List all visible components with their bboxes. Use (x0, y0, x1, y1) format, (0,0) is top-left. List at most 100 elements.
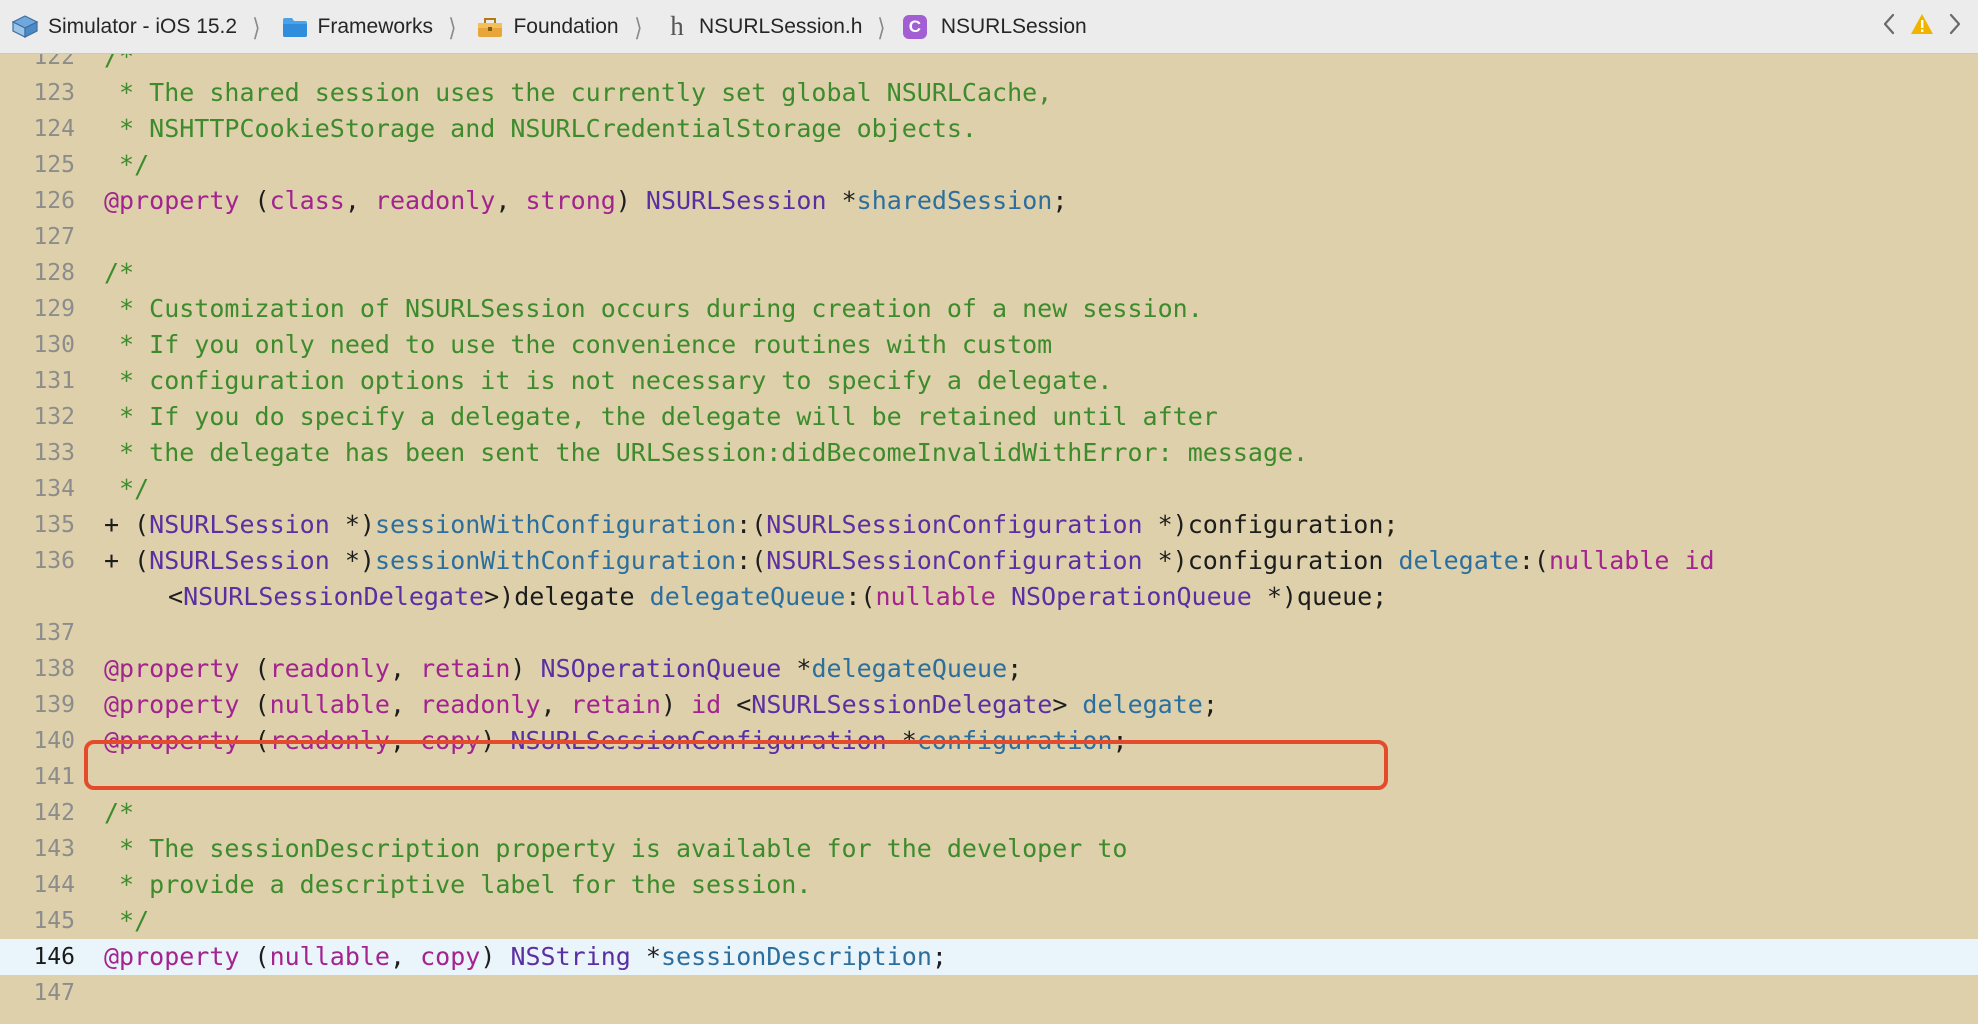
code-token: * NSHTTPCookieStorage and NSURLCredentia… (104, 114, 977, 143)
code-token: * If you do specify a delegate, the dele… (104, 402, 1218, 431)
code-text: + (NSURLSession *)sessionWithConfigurati… (104, 543, 1715, 615)
code-token: */ (104, 150, 150, 179)
xcode-project-icon (8, 12, 42, 42)
code-text-main: @property (class, readonly, strong) NSUR… (104, 186, 1067, 215)
code-text: */ (104, 471, 149, 507)
breadcrumb-label: Frameworks (317, 14, 434, 38)
code-token: @property (104, 186, 240, 215)
code-line[interactable]: 124 * NSHTTPCookieStorage and NSURLCrede… (0, 111, 1978, 147)
breadcrumb-label: Simulator - iOS 15.2 (48, 14, 238, 38)
breadcrumb-label: Foundation (513, 14, 619, 38)
code-line[interactable]: 133 * the delegate has been sent the URL… (0, 435, 1978, 471)
code-line[interactable]: 132 * If you do specify a delegate, the … (0, 399, 1978, 435)
code-line[interactable]: 128 /* (0, 255, 1978, 291)
code-token: NSURLSessionDelegate (751, 690, 1053, 719)
code-token: id (691, 690, 722, 719)
chevron-left-icon[interactable] (1882, 12, 1896, 42)
code-line[interactable]: 125 */ (0, 147, 1978, 183)
line-number: 124 (33, 116, 75, 142)
line-number: 131 (33, 368, 75, 394)
code-text: @property (readonly, copy) NSURLSessionC… (104, 723, 1128, 759)
code-token: ) (660, 690, 692, 719)
header-file-icon: h (670, 11, 684, 41)
line-number: 132 (33, 404, 75, 430)
code-token: * The shared session uses the currently … (104, 78, 1053, 107)
breadcrumb-item-header-file[interactable]: h NSURLSession.h (659, 11, 862, 42)
code-token: ; (1052, 186, 1068, 215)
code-token: *)configuration; (1142, 510, 1399, 539)
code-text-main: + (NSURLSession *)sessionWithConfigurati… (104, 510, 1398, 539)
code-line[interactable]: 142 /* (0, 795, 1978, 831)
code-text: @property (nullable, copy) NSString *ses… (104, 939, 947, 975)
code-token: , (390, 654, 421, 683)
code-line[interactable]: 123 * The shared session uses the curren… (0, 75, 1978, 111)
breadcrumb-item-class[interactable]: C NSURLSession (902, 14, 1087, 39)
code-text-main: */ (104, 906, 149, 935)
code-token: * The sessionDescription property is ava… (104, 834, 1128, 863)
line-number: 129 (33, 296, 75, 322)
code-token: * provide a descriptive label for the se… (104, 870, 812, 899)
code-token: copy (420, 942, 481, 971)
breadcrumb-label: NSURLSession (940, 14, 1087, 38)
code-line[interactable]: 136 + (NSURLSession *)sessionWithConfigur… (0, 543, 1978, 615)
code-line[interactable]: 141 (0, 759, 1978, 795)
code-line[interactable]: 126 @property (class, readonly, strong) N… (0, 183, 1978, 219)
line-number: 140 (33, 728, 75, 754)
code-line[interactable]: 147 (0, 975, 1978, 1011)
line-number: 122 (33, 54, 75, 70)
code-token: ) (510, 654, 541, 683)
source-editor[interactable]: 122 /* 123 * The shared session uses the c… (0, 54, 1978, 1024)
warning-icon[interactable] (1910, 13, 1934, 41)
code-token: , (495, 186, 526, 215)
code-text: /* (104, 54, 134, 75)
code-token: NSURLSession (645, 186, 827, 215)
code-text: * The shared session uses the currently … (104, 75, 1052, 111)
code-token: :( (736, 546, 767, 575)
breadcrumb-item-scheme[interactable]: Simulator - iOS 15.2 (8, 12, 237, 42)
code-token: delegate (1398, 546, 1519, 575)
code-token: sessionDescription (660, 942, 932, 971)
code-token: :( (1518, 546, 1549, 575)
code-line[interactable]: 122 /* (0, 54, 1978, 75)
code-text-main: */ (104, 150, 149, 179)
code-line[interactable]: 143 * The sessionDescription property is… (0, 831, 1978, 867)
code-line[interactable]: 127 (0, 219, 1978, 255)
code-token: /* (104, 54, 135, 71)
code-line[interactable]: 131 * configuration options it is not ne… (0, 363, 1978, 399)
code-token: readonly (269, 654, 390, 683)
breadcrumb-item-foundation[interactable]: Foundation (473, 12, 619, 42)
code-text-main: @property (nullable, copy) NSString *ses… (104, 942, 947, 971)
breadcrumb-item-frameworks[interactable]: Frameworks (278, 12, 434, 42)
code-token: @property (104, 726, 240, 755)
code-line[interactable]: 137 (0, 615, 1978, 651)
code-token: ( (239, 186, 270, 215)
code-token: NSString (510, 942, 631, 971)
code-text: @property (nullable, readonly, retain) i… (104, 687, 1218, 723)
code-line[interactable]: 144 * provide a descriptive label for th… (0, 867, 1978, 903)
code-line[interactable]: 140 @property (readonly, copy) NSURLSessi… (0, 723, 1978, 759)
code-line[interactable]: 135 + (NSURLSession *)sessionWithConfigur… (0, 507, 1978, 543)
code-line[interactable]: 134 */ (0, 471, 1978, 507)
code-token: NSURLSession (149, 510, 330, 539)
line-number: 133 (33, 440, 75, 466)
code-token: nullable (1548, 546, 1670, 575)
chevron-right-icon[interactable] (1948, 12, 1962, 42)
framework-toolbox-icon (473, 12, 507, 42)
code-text: */ (104, 903, 149, 939)
code-token: * (886, 726, 917, 755)
code-line[interactable]: 145 */ (0, 903, 1978, 939)
code-line[interactable]: 138 @property (readonly, retain) NSOperat… (0, 651, 1978, 687)
code-token: > (1052, 690, 1083, 719)
code-token: * Customization of NSURLSession occurs d… (104, 294, 1203, 323)
code-token: * If you only need to use the convenienc… (104, 330, 1053, 359)
code-line[interactable]: 139 @property (nullable, readonly, retain… (0, 687, 1978, 723)
code-token: nullable (875, 582, 996, 611)
code-line[interactable]: 129 * Customization of NSURLSession occu… (0, 291, 1978, 327)
code-token: + ( (104, 510, 150, 539)
code-line[interactable]: 130 * If you only need to use the conven… (0, 327, 1978, 363)
code-token: ) (480, 726, 511, 755)
code-token: , (390, 942, 421, 971)
code-token: < (168, 582, 184, 611)
code-line[interactable]: 146 @property (nullable, copy) NSString *… (0, 939, 1978, 975)
